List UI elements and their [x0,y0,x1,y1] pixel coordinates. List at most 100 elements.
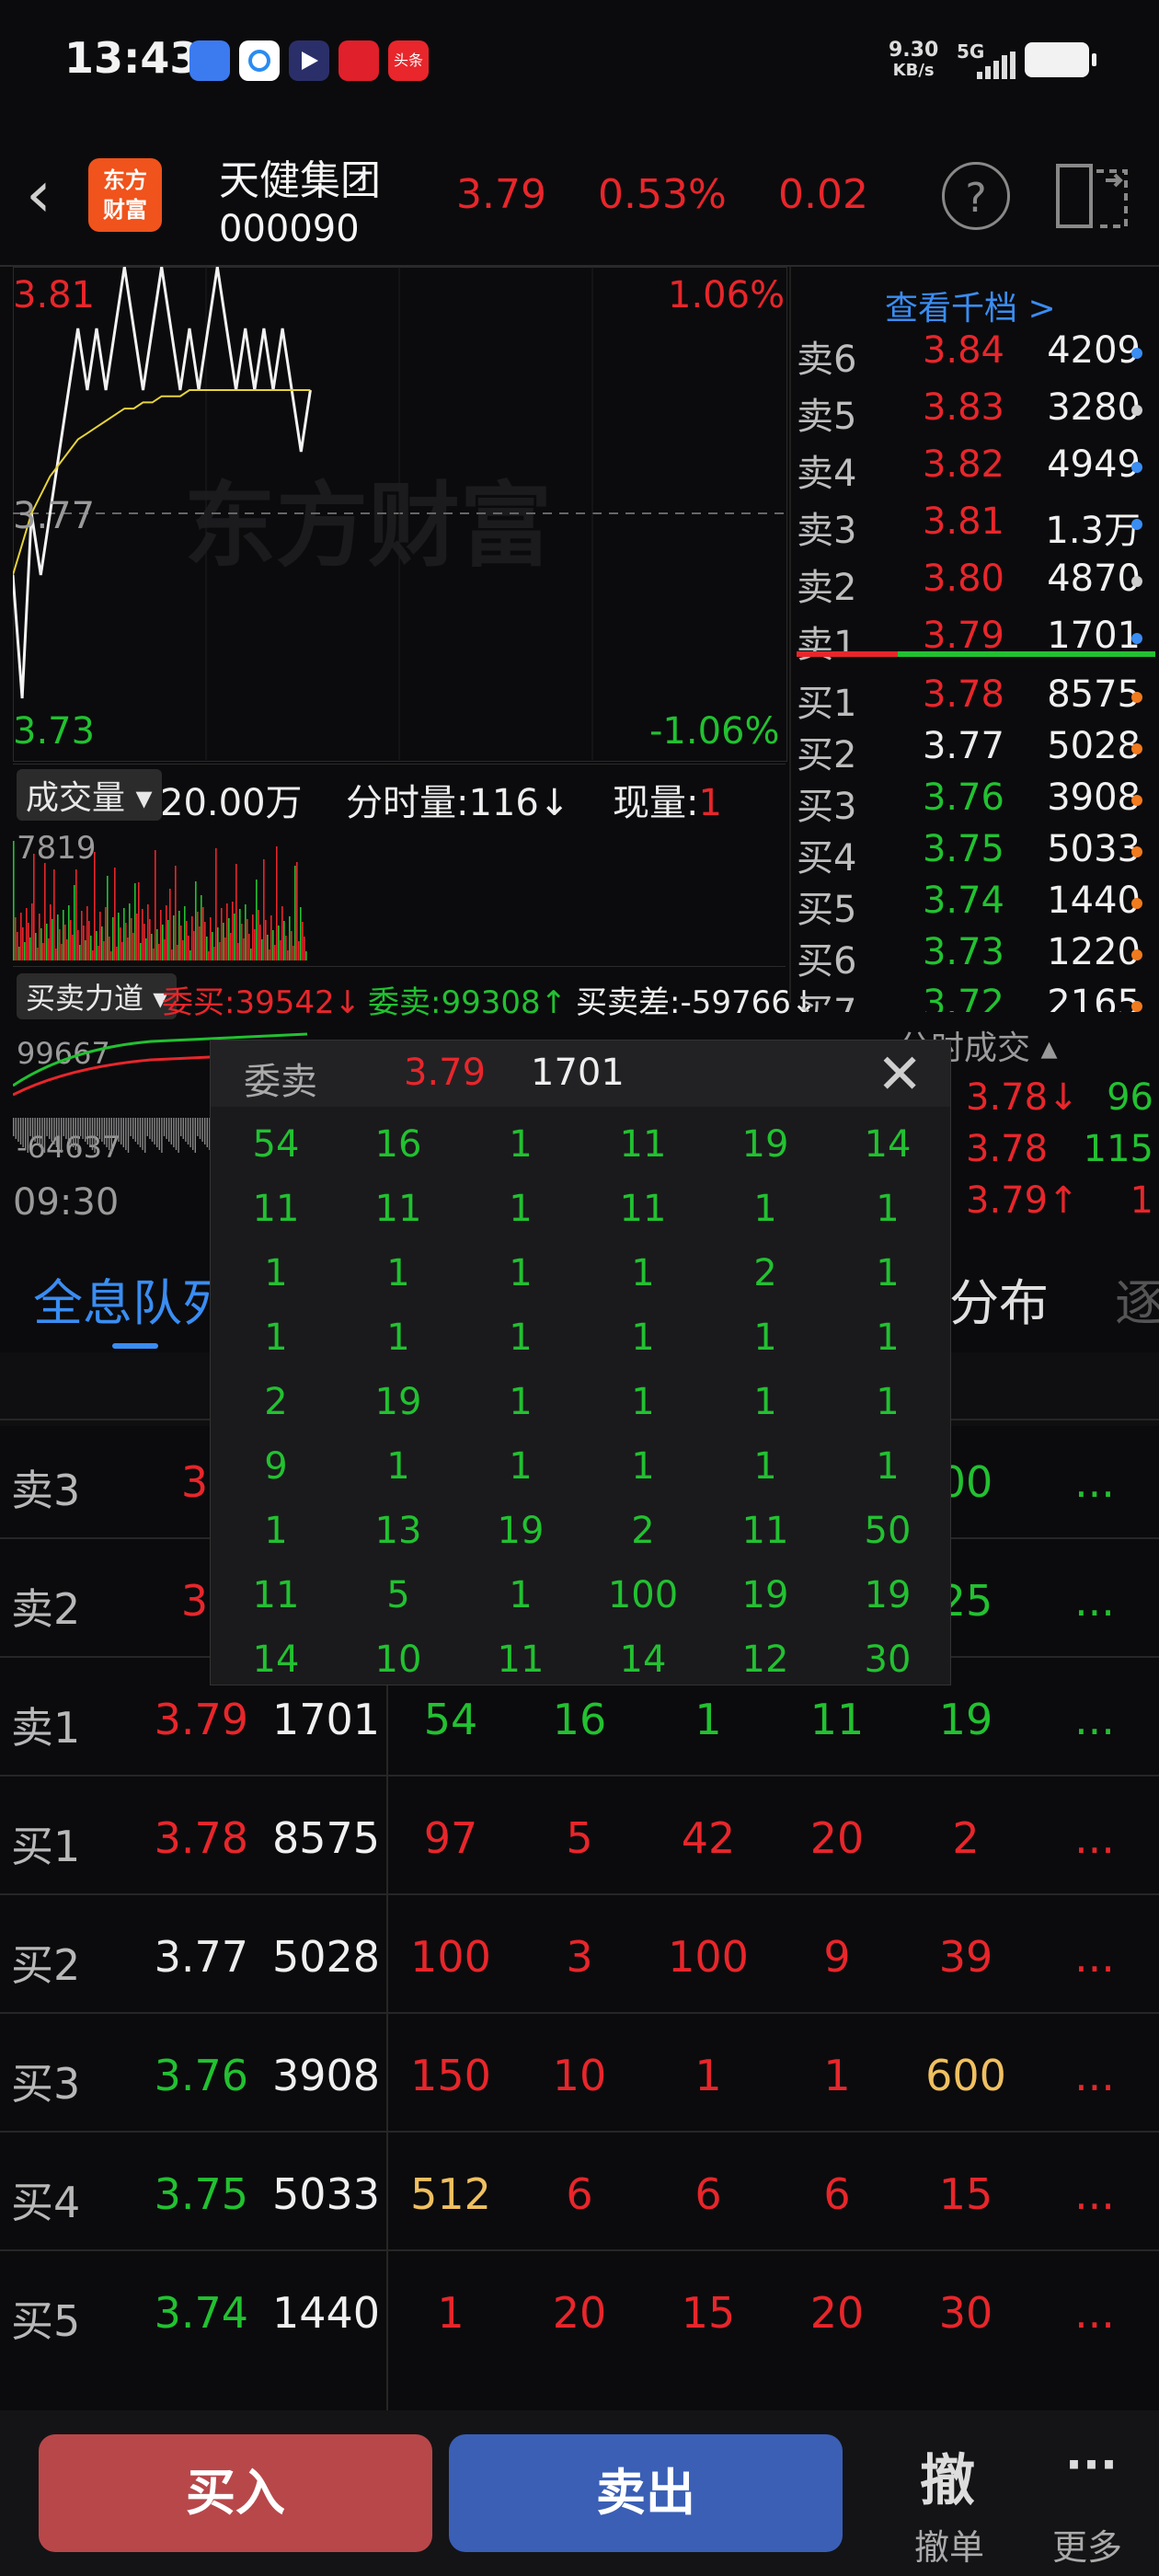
orderbook-ask-row[interactable]: 卖5 3.83 3280 [793,386,1159,438]
table-row[interactable]: 买3 3.76 3908 150 10 1 1 600... [0,2012,1159,2132]
row-more-icon[interactable]: ... [1058,1457,1131,1507]
force-bar [180,1118,182,1136]
force-bar [122,1118,124,1147]
cancel-label[interactable]: 撤单 [914,2519,984,2570]
orderbook-bid-row[interactable]: 买7 3.72 2165 [793,983,1159,1014]
orderbook-bid-row[interactable]: 买1 3.78 8575 [793,673,1159,725]
close-icon[interactable]: ✕ [877,1042,923,1107]
row-more-icon[interactable]: ... [1058,1576,1131,1626]
popup-grid-cell: 16 [374,1123,422,1166]
volume-bar [15,917,17,960]
table-row[interactable]: 买1 3.78 8575 97 5 42 20 2... [0,1775,1159,1894]
volume-bar [267,935,269,960]
price-line-chart [13,267,786,760]
force-bar [201,1118,203,1142]
row-cell: 42 [681,1813,736,1863]
row-more-icon[interactable]: ... [1058,1695,1131,1744]
volume-bar [263,859,265,960]
volume-bar [243,938,245,960]
orderbook-dot-icon [1131,846,1142,857]
total-volume: 20.00万 [160,782,303,824]
orderbook-volume: 4209 [1047,329,1141,372]
orderbook-ask-row[interactable]: 卖1 3.79 1701 [793,615,1159,666]
volume-selector[interactable]: 成交量 ▾ [17,769,162,821]
row-volume: 5033 [272,2169,381,2219]
table-row[interactable]: 买5 3.74 1440 1 20 15 20 30... [0,2249,1159,2369]
row-more-icon[interactable]: ... [1058,2288,1131,2338]
tab-queue[interactable]: 全息队列 [33,1262,232,1335]
volume-bar [201,895,202,960]
more-icon[interactable]: ··· [1065,2438,1118,2491]
force-bar [142,1118,143,1150]
volume-bar [17,932,18,960]
force-bar [29,1118,31,1136]
queue-popup[interactable]: 委卖 3.79 1701 ✕ 54 16 1 11 19 14 11 11 1 11 1 1 1 1 1 1 2… [210,1040,951,1685]
force-bar [204,1118,206,1144]
orderbook-bid-row[interactable]: 买6 3.73 1220 [793,931,1159,983]
sell-button[interactable]: 卖出 [449,2434,843,2552]
tab-next[interactable]: 逐 [1115,1262,1159,1335]
volume-bar [305,951,307,960]
volume-bar [171,949,173,960]
orderbook-volume: 1.3万 [1045,510,1141,552]
orderbook-ask-row[interactable]: 卖6 3.84 4209 [793,329,1159,381]
volume-bar [276,846,278,960]
row-more-icon[interactable]: ... [1058,2051,1131,2100]
more-label[interactable]: 更多 [1052,2519,1122,2570]
view-depth-link[interactable]: 查看千档 > [885,282,1056,329]
orderbook-dot-icon [1131,519,1142,530]
volume-bar [228,918,230,960]
popup-title: 委卖 [244,1061,317,1103]
volume-bar [259,925,261,960]
force-bar [199,1118,201,1139]
layout-switch-icon[interactable] [1054,162,1130,230]
volume-bar [199,926,201,960]
orderbook-price: 3.72 [922,983,1004,1014]
header-change-pct: 0.53% [598,171,727,218]
volume-bar [66,939,68,960]
force-bar [37,1118,39,1144]
volume-bar [53,869,55,960]
orderbook-bid-row[interactable]: 买2 3.77 5028 [793,725,1159,776]
orderbook-bid-row[interactable]: 买4 3.75 5033 [793,828,1159,880]
chart-top-price: 3.81 [13,274,96,316]
volume-bar [298,941,300,960]
orderbook-ask-row[interactable]: 卖4 3.82 4949 [793,443,1159,495]
volume-bar [252,914,254,960]
force-selector[interactable]: 买卖力道 ▾ [17,973,178,1019]
row-more-icon[interactable]: ... [1058,1932,1131,1982]
volume-bar [39,914,40,960]
force-bar [130,1118,132,1136]
force-bar [86,1118,88,1144]
volume-bar [274,945,276,960]
table-row[interactable]: 买2 3.77 5028 100 3 100 9 39... [0,1893,1159,2013]
row-more-icon[interactable]: ... [1058,1813,1131,1863]
row-more-icon[interactable]: ... [1058,2169,1131,2219]
orderbook-ask-row[interactable]: 卖2 3.80 4870 [793,558,1159,609]
popup-grid-cell: 1 [631,1252,655,1294]
volume-bar [112,917,114,960]
back-chevron-icon[interactable]: ‹ [26,162,52,226]
force-bar [65,1118,67,1139]
popup-grid-cell: 11 [497,1639,545,1681]
cancel-icon[interactable]: 撤 [920,2436,975,2516]
force-bar [151,1118,154,1142]
help-button[interactable]: ? [942,162,1010,230]
orderbook-dot-icon [1131,633,1142,644]
force-bar [173,1118,175,1147]
orderbook-ask-row[interactable]: 卖3 3.81 1.3万 [793,500,1159,552]
table-row[interactable]: 买4 3.75 5033 512 6 6 6 15... [0,2131,1159,2250]
buy-button[interactable]: 买入 [39,2434,432,2552]
orderbook-price: 3.76 [922,776,1004,819]
orderbook-bid-row[interactable]: 买5 3.74 1440 [793,880,1159,931]
header-price: 3.79 [456,171,546,218]
tab-distribution[interactable]: 分布 [949,1262,1049,1335]
popup-grid-cell: 1 [876,1317,900,1359]
popup-grid-cell: 1 [509,1188,533,1230]
orderbook-bid-row[interactable]: 买3 3.76 3908 [793,776,1159,828]
volume-bar [296,862,298,960]
volume-bar [223,923,224,960]
orderbook-label: 买7 [797,992,857,1014]
row-cell: 19 [938,1695,993,1744]
toutiao-icon: 头条 [388,40,429,81]
